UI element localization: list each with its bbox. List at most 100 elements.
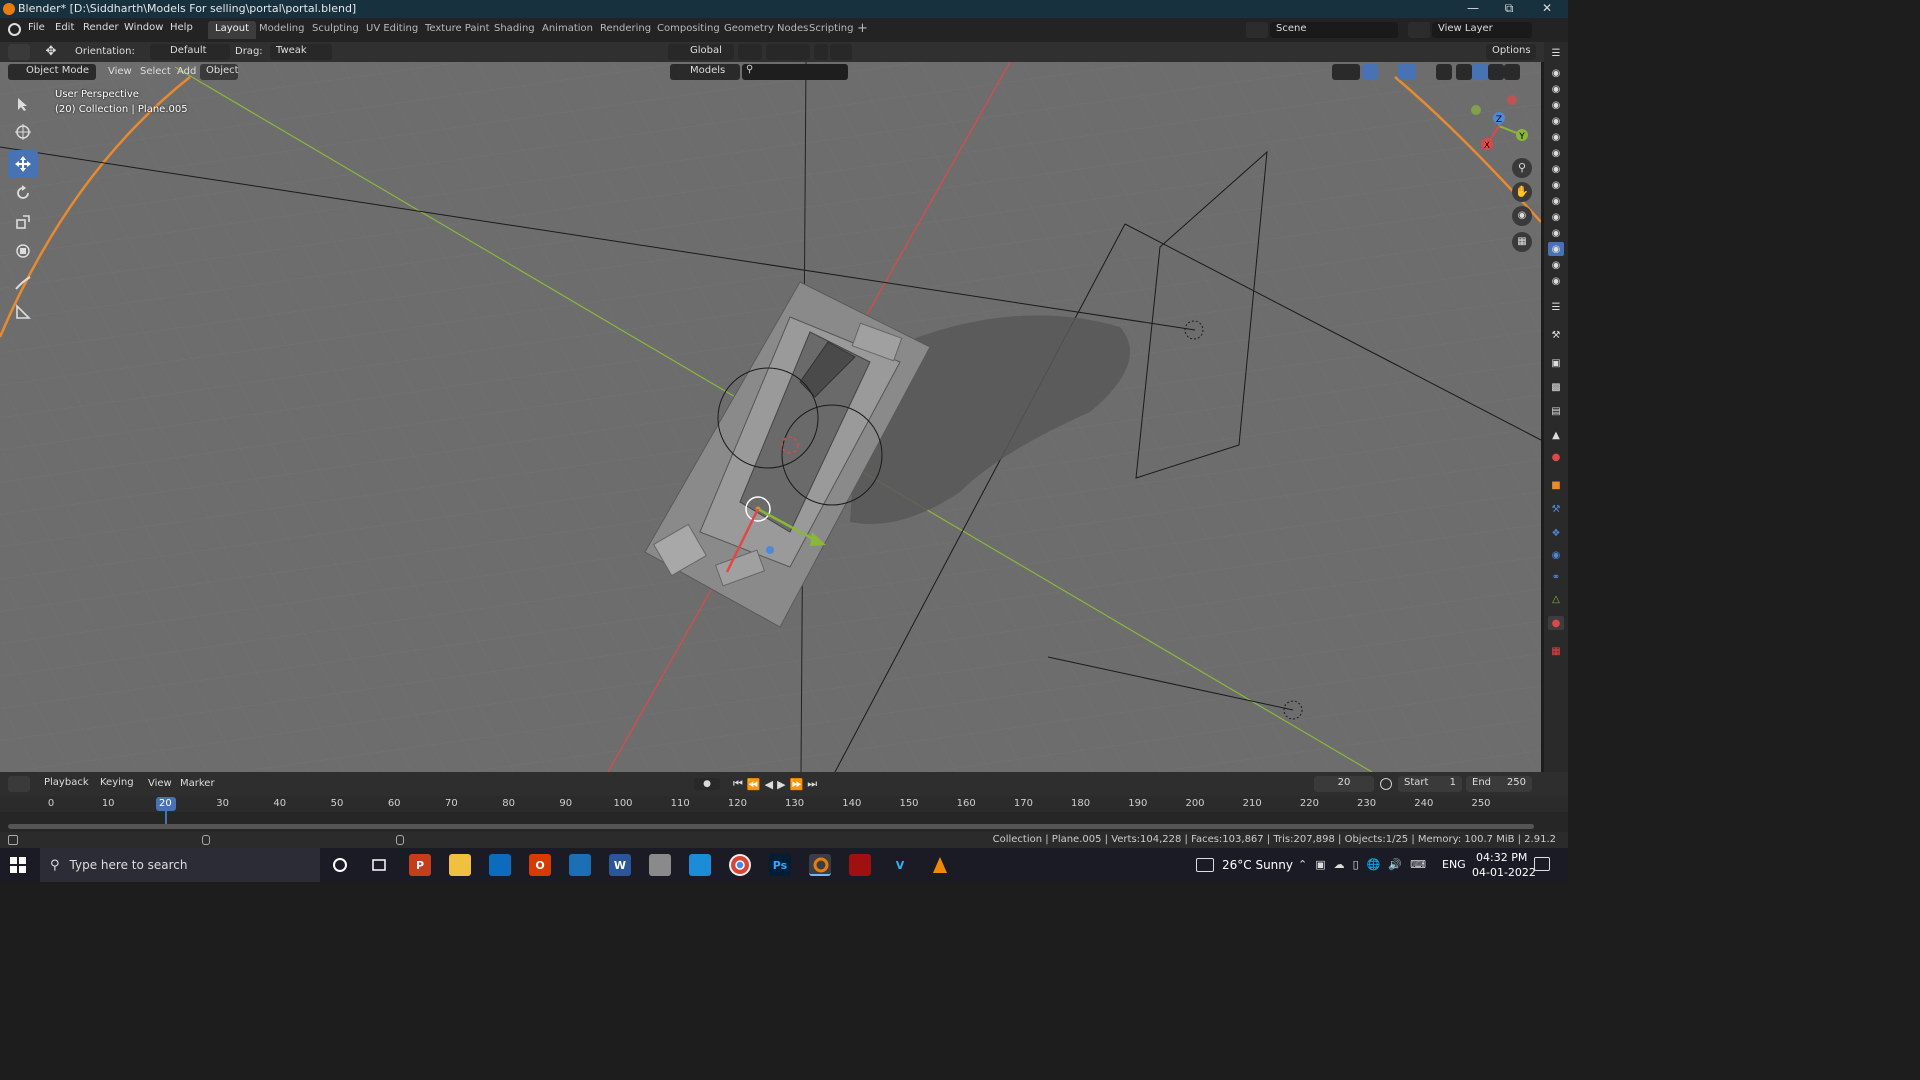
add-workspace-icon[interactable]: +: [852, 21, 873, 39]
timeline-menu-view[interactable]: View: [148, 778, 172, 789]
camera-view-icon[interactable]: ◉: [1512, 206, 1532, 226]
camera-restrict-icon-2[interactable]: ◉: [1548, 82, 1564, 96]
store-icon[interactable]: [489, 854, 511, 876]
jump-start-icon[interactable]: ⏮: [733, 777, 743, 791]
tool-properties-icon[interactable]: ⚒: [1548, 328, 1564, 342]
measure-tool-icon[interactable]: [8, 298, 38, 326]
viewport-menu-object[interactable]: Object: [200, 64, 239, 80]
office-icon[interactable]: O: [529, 854, 551, 876]
viewport-search-input[interactable]: ⚲: [742, 64, 848, 80]
tab-shading[interactable]: Shading: [487, 21, 542, 39]
gizmo-neg-x[interactable]: [1507, 95, 1517, 105]
app-icon-1[interactable]: [569, 854, 591, 876]
particles-properties-icon[interactable]: ❖: [1548, 526, 1564, 540]
snap-icon[interactable]: [766, 44, 810, 60]
overlay-toggle-icon[interactable]: [1398, 64, 1416, 80]
proportional-editing-icon[interactable]: [814, 44, 828, 60]
play-icon[interactable]: ▶: [777, 778, 785, 791]
blender-menu-icon[interactable]: [8, 23, 21, 36]
clock-time[interactable]: 04:32 PM: [1476, 851, 1527, 864]
camera-restrict-icon-6[interactable]: ◉: [1548, 146, 1564, 160]
orientation-dropdown[interactable]: Default: [150, 44, 230, 60]
scale-tool-icon[interactable]: [8, 208, 38, 236]
weather-text[interactable]: 26°C Sunny: [1222, 858, 1293, 872]
camera-restrict-icon-13[interactable]: ◉: [1548, 258, 1564, 272]
tab-compositing[interactable]: Compositing: [650, 21, 727, 39]
tab-uv-editing[interactable]: UV Editing: [359, 21, 425, 39]
scene-name-field[interactable]: Scene: [1270, 22, 1398, 38]
notification-center-icon[interactable]: [1534, 857, 1550, 871]
texture-properties-icon[interactable]: ▦: [1548, 644, 1564, 658]
play-reverse-icon[interactable]: ◀: [765, 778, 773, 791]
taskbar-search-box[interactable]: ⚲ Type here to search: [40, 848, 320, 882]
tray-network-icon[interactable]: 🌐: [1367, 858, 1381, 871]
current-frame-field[interactable]: 20: [1314, 776, 1374, 792]
tab-sculpting[interactable]: Sculpting: [305, 21, 366, 39]
transform-orientation-dropdown[interactable]: Global: [668, 44, 734, 60]
render-properties-icon[interactable]: ▣: [1548, 356, 1564, 370]
cursor-tool-icon[interactable]: [8, 118, 38, 146]
playback-dropdown[interactable]: Playback: [38, 776, 92, 792]
gizmo-toggle-icon[interactable]: [1362, 64, 1378, 80]
world-properties-icon[interactable]: ●: [1548, 450, 1564, 464]
next-keyframe-icon[interactable]: ⏩: [790, 778, 804, 791]
restore-icon[interactable]: ⧉: [1494, 0, 1524, 18]
camera-restrict-icon-10[interactable]: ◉: [1548, 210, 1564, 224]
tab-geometry-nodes[interactable]: Geometry Nodes: [717, 21, 815, 39]
timeline-menu-marker[interactable]: Marker: [180, 778, 215, 789]
menu-help[interactable]: Help: [170, 22, 193, 33]
data-properties-icon[interactable]: △: [1548, 592, 1564, 606]
pivot-point-icon[interactable]: [738, 44, 762, 60]
ortho-toggle-icon[interactable]: ▦: [1512, 232, 1532, 252]
pan-hand-icon[interactable]: ✋: [1512, 182, 1532, 202]
viewport-menu-view[interactable]: View: [108, 66, 132, 77]
tab-animation[interactable]: Animation: [535, 21, 600, 39]
word-icon[interactable]: W: [609, 854, 631, 876]
collection-filter-dropdown[interactable]: Models: [670, 64, 740, 80]
view-layer-field[interactable]: View Layer: [1432, 22, 1532, 38]
timeline-body[interactable]: 0 10 20 30 40 50 60 70 80 90 100 110 120 130 140 150 160…: [0, 796, 1568, 832]
camera-restrict-icon-14[interactable]: ◉: [1548, 274, 1564, 288]
app-icon-4[interactable]: [849, 854, 871, 876]
menu-edit[interactable]: Edit: [55, 22, 74, 33]
3d-viewport[interactable]: Y X Z Object Mode View Select Add Object…: [0, 62, 1541, 772]
material-properties-icon[interactable]: ●: [1548, 616, 1564, 630]
camera-restrict-icon-12[interactable]: ◉: [1548, 242, 1564, 256]
visibility-icon[interactable]: [1332, 64, 1360, 80]
camera-restrict-icon-4[interactable]: ◉: [1548, 114, 1564, 128]
wireframe-shading-icon[interactable]: [1456, 64, 1472, 80]
view-layer-properties-icon[interactable]: ▤: [1548, 404, 1564, 418]
viewport-scene[interactable]: Y X Z: [0, 62, 1541, 772]
menu-window[interactable]: Window: [124, 22, 163, 33]
camera-restrict-icon-5[interactable]: ◉: [1548, 130, 1564, 144]
camera-restrict-icon-3[interactable]: ◉: [1548, 98, 1564, 112]
keying-dropdown[interactable]: Keying: [94, 776, 140, 792]
constraints-properties-icon[interactable]: ⚭: [1548, 570, 1564, 584]
menu-render[interactable]: Render: [83, 22, 119, 33]
start-frame-field[interactable]: Start 1: [1398, 776, 1462, 792]
gizmo-z-handle[interactable]: [766, 546, 774, 554]
tray-keyboard-icon[interactable]: ⌨: [1410, 858, 1426, 871]
viewport-menu-add[interactable]: Add: [177, 66, 196, 77]
scene-selector-icon[interactable]: [1246, 22, 1268, 38]
zoom-icon[interactable]: ⚲: [1512, 158, 1532, 178]
weather-icon[interactable]: [1196, 858, 1214, 872]
vlc-icon[interactable]: [929, 854, 951, 876]
close-icon[interactable]: ✕: [1532, 0, 1562, 18]
mode-dropdown[interactable]: Object Mode: [8, 64, 96, 80]
prev-keyframe-icon[interactable]: ⏪: [747, 778, 761, 791]
timeline-editor-type-icon[interactable]: [8, 776, 30, 792]
menu-file[interactable]: File: [28, 22, 45, 33]
stopwatch-icon[interactable]: [1380, 778, 1392, 790]
rotate-tool-icon[interactable]: [8, 179, 38, 207]
annotate-tool-icon[interactable]: [8, 269, 38, 297]
timeline-ruler[interactable]: [0, 796, 1568, 812]
modifier-properties-icon[interactable]: ⚒: [1548, 502, 1564, 516]
physics-properties-icon[interactable]: ◉: [1548, 548, 1564, 562]
camera-restrict-icon-8[interactable]: ◉: [1548, 178, 1564, 192]
scene-properties-icon[interactable]: ▲: [1548, 428, 1564, 442]
app-icon-2[interactable]: [649, 854, 671, 876]
language-indicator[interactable]: ENG: [1442, 858, 1466, 871]
tray-cloud-icon[interactable]: ☁: [1334, 858, 1345, 871]
xray-icon[interactable]: [1436, 64, 1452, 80]
